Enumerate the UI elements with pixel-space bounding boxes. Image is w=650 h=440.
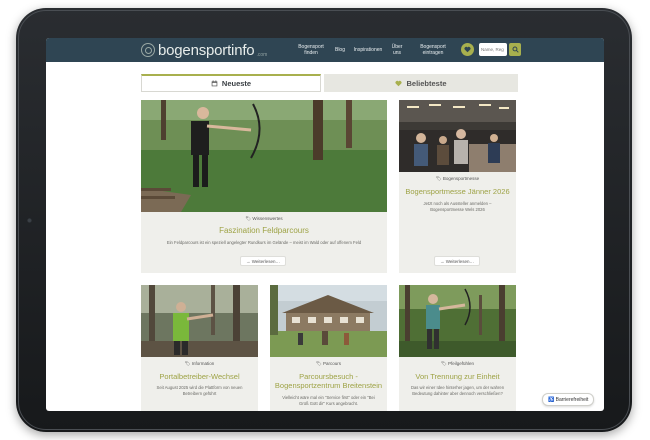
article-image (270, 285, 387, 357)
tab-neueste[interactable]: Neueste (141, 74, 321, 92)
article-card-feldparcours[interactable]: 🏷 Wissenswertes Faszination Feldparcours… (141, 100, 387, 273)
nav-label: Blog (334, 47, 345, 53)
accessibility-icon: ♿ (548, 396, 556, 403)
nav-bogensport-finden[interactable]: Bogensport finden (294, 38, 328, 62)
nav-inspirationen[interactable]: Inspirationen (351, 38, 385, 62)
logo-text: bogensportinfo (158, 41, 255, 59)
article-title[interactable]: Von Trennung zur Einheit (403, 372, 512, 381)
article-title[interactable]: Parcoursbesuch - Bogensportzentrum Breit… (274, 372, 383, 390)
tag-icon: 🏷 (435, 176, 443, 181)
article-card-bogensportmesse[interactable]: 🏷 Bogensportmesse Bogensportmesse Jänner… (399, 100, 516, 273)
article-excerpt: Das wir einer Idee hinterher jagen, um d… (410, 385, 505, 396)
accessibility-label: Barrierefreiheit (555, 396, 589, 403)
article-card-parcoursbesuch[interactable]: 🏷 Parcours Parcoursbesuch - Bogensportze… (270, 285, 387, 411)
article-category: 🏷 Bogensportmesse (399, 176, 516, 182)
article-category: 🏷 Wissenswertes (141, 216, 387, 222)
category-label: Wissenswertes (252, 216, 283, 221)
category-label: Information (191, 361, 215, 366)
tab-label: Neueste (221, 79, 252, 88)
search-input[interactable] (479, 43, 507, 56)
read-more-button[interactable]: → Weiterlesen… (434, 256, 480, 266)
tag-icon: 🏷 (316, 361, 323, 366)
category-label: Pfeilgefühlen (447, 361, 474, 366)
article-category: 🏷 Information (141, 361, 258, 367)
article-title[interactable]: Portalbetreiber-Wechsel (145, 372, 254, 381)
accessibility-button[interactable]: ♿ Barrierefreiheit (542, 393, 595, 406)
nav-ueber-uns[interactable]: Über uns (389, 38, 405, 62)
target-logo-icon (141, 43, 155, 57)
screen: bogensportinfo .com Bogensport finden Bl… (46, 38, 604, 411)
nav-label: finden (304, 50, 318, 56)
read-more-label: Weiterlesen… (251, 258, 280, 264)
stage: bogensportinfo .com Bogensport finden Bl… (0, 0, 650, 440)
article-image (141, 285, 258, 357)
tablet-frame: bogensportinfo .com Bogensport finden Bl… (16, 8, 632, 432)
tag-icon: 🏷 (441, 361, 448, 366)
category-label: Bogensportmesse (442, 176, 480, 181)
article-image (141, 100, 387, 212)
article-image (399, 285, 516, 357)
site-header: bogensportinfo .com Bogensport finden Bl… (46, 38, 604, 62)
nav-bogensport-eintragen[interactable]: Bogensport eintragen (416, 38, 450, 62)
site-logo[interactable]: bogensportinfo .com (141, 40, 267, 60)
article-category: 🏷 Pfeilgefühlen (399, 361, 516, 367)
read-more-button[interactable]: → Weiterlesen… (240, 256, 286, 266)
article-title[interactable]: Faszination Feldparcours (145, 226, 383, 235)
tab-beliebteste[interactable]: Beliebteste (324, 74, 518, 92)
article-category: 🏷 Parcours (270, 361, 387, 367)
article-excerpt: Seit August 2025 wird die Plattform von … (156, 385, 243, 396)
search-icon (511, 46, 519, 53)
article-excerpt: Ein Feldparcours ist ein speziell angele… (166, 240, 362, 245)
category-label: Parcours (322, 361, 341, 366)
logo-sub: .com (256, 52, 268, 58)
nav-label: Inspirationen (353, 47, 383, 53)
article-card-trennung-einheit[interactable]: 🏷 Pfeilgefühlen Von Trennung zur Einheit… (399, 285, 516, 411)
heart-icon (395, 80, 403, 86)
nav-blog[interactable]: Blog (333, 38, 347, 62)
tab-label: Beliebteste (406, 78, 447, 88)
article-title[interactable]: Bogensportmesse Jänner 2026 (403, 187, 512, 196)
article-excerpt: Vielleicht wäre mal ein "Service first" … (282, 395, 375, 406)
tablet-camera (27, 218, 32, 223)
heart-icon (464, 46, 471, 53)
favorites-button[interactable] (461, 43, 474, 56)
tag-icon: 🏷 (184, 361, 192, 366)
nav-label: eintragen (422, 50, 444, 56)
read-more-label: Weiterlesen… (445, 258, 474, 264)
article-card-portalbetreiber[interactable]: 🏷 Information Portalbetreiber-Wechsel Se… (141, 285, 258, 411)
nav-label: uns (392, 50, 402, 56)
calendar-icon (211, 80, 218, 87)
article-image (399, 100, 516, 172)
search-button[interactable] (509, 43, 521, 56)
article-excerpt: Jetzt noch als Aussteller anmelden – Bog… (423, 201, 492, 212)
